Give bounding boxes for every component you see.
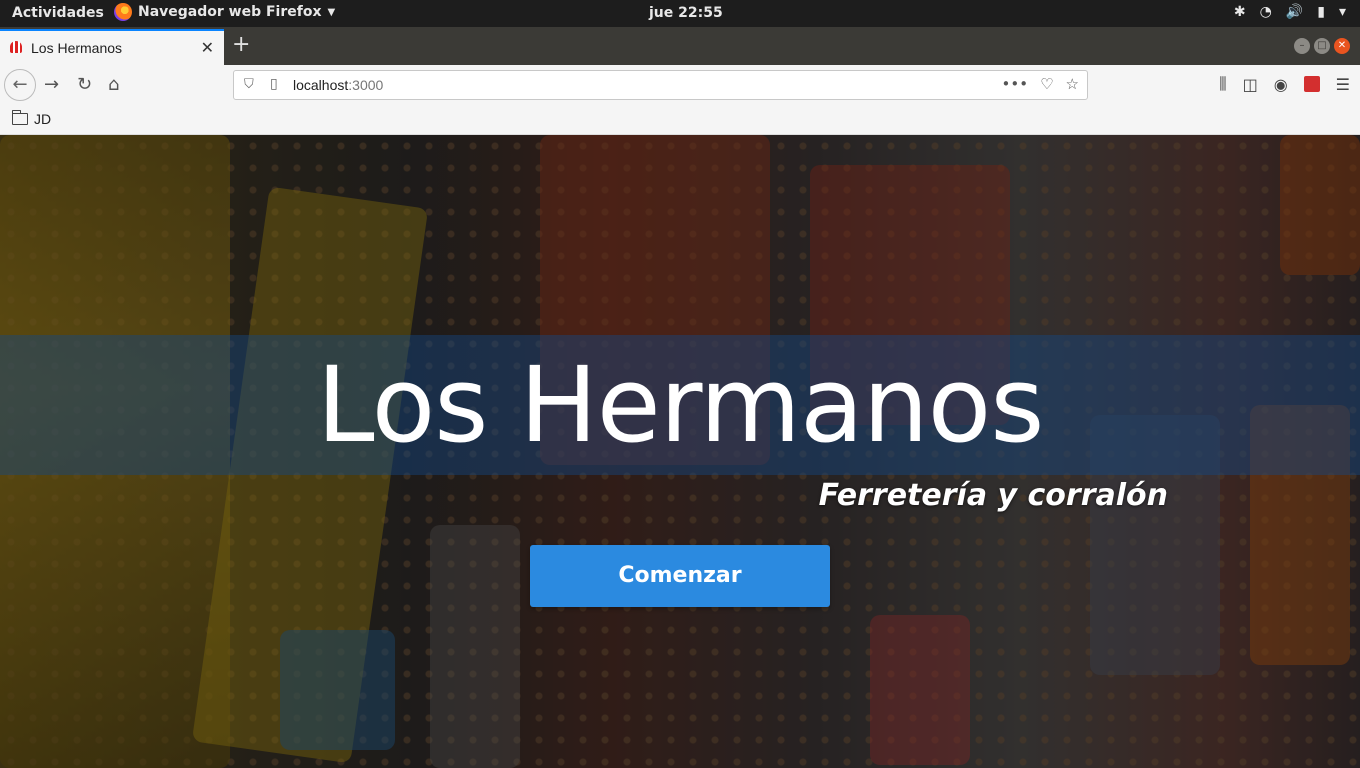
bookmark-folder-jd[interactable]: JD (11, 110, 52, 127)
extension-icon[interactable] (1303, 76, 1320, 92)
url-text[interactable]: localhost:3000 (293, 77, 383, 93)
page-title: Los Hermanos (316, 344, 1045, 466)
tab-title: Los Hermanos (31, 40, 123, 56)
gnome-top-bar: Actividades Navegador web Firefox ▼ jue … (0, 0, 1360, 27)
app-menu[interactable]: Navegador web Firefox ▼ (114, 3, 335, 21)
tab-strip: Los Hermanos ✕ + – □ ✕ (0, 27, 1360, 65)
url-port: :3000 (348, 77, 384, 93)
favicon-icon (9, 40, 23, 54)
activities-button[interactable]: Actividades (12, 5, 104, 21)
wifi-icon: ◔ (1259, 4, 1272, 20)
chevron-down-icon: ▼ (327, 6, 336, 18)
bookmark-folder-label: JD (34, 111, 52, 127)
sidebar-icon[interactable]: ◫ (1243, 75, 1258, 94)
window-controls: – □ ✕ (1294, 38, 1350, 54)
start-button[interactable]: Comenzar (530, 545, 830, 607)
minimize-button[interactable]: – (1294, 38, 1310, 54)
page-subtitle: Ferretería y corralón (818, 478, 1168, 513)
page-info-icon[interactable]: ▯ (270, 76, 278, 92)
firefox-icon (114, 3, 132, 21)
new-tab-button[interactable]: + (232, 32, 250, 57)
nav-bar: ← → ↻ ⌂ ⛉ ▯ localhost:3000 ••• ♡ ☆ ⫼ ◫ ◉… (0, 65, 1360, 105)
menu-icon[interactable]: ☰ (1336, 75, 1350, 94)
toolbar-icons: ⫼ ◫ ◉ ☰ (1219, 74, 1350, 94)
tab-los-hermanos[interactable]: Los Hermanos ✕ (0, 29, 224, 65)
folder-icon (11, 110, 28, 125)
home-button[interactable]: ⌂ (108, 74, 119, 95)
forward-button[interactable]: → (44, 74, 59, 95)
pocket-icon[interactable]: ♡ (1040, 75, 1053, 93)
account-icon[interactable]: ◉ (1274, 75, 1288, 94)
slack-icon[interactable]: ✱ (1234, 4, 1246, 20)
shield-icon[interactable]: ⛉ (244, 77, 254, 92)
url-actions: ••• ♡ ☆ (1002, 75, 1079, 93)
app-menu-label: Navegador web Firefox (138, 4, 322, 20)
hero-section: Los Hermanos Ferretería y corralón Comen… (0, 135, 1360, 768)
library-icon[interactable]: ⫼ (1219, 74, 1226, 94)
page-actions-icon[interactable]: ••• (1002, 75, 1029, 93)
back-button[interactable]: ← (4, 69, 36, 101)
url-host: localhost (293, 77, 349, 93)
url-bar[interactable]: ⛉ ▯ localhost:3000 ••• ♡ ☆ (233, 70, 1088, 100)
battery-icon: ▮ (1317, 4, 1325, 20)
clock[interactable]: jue 22:55 (649, 5, 723, 21)
close-tab-icon[interactable]: ✕ (201, 38, 214, 57)
reload-button[interactable]: ↻ (77, 74, 92, 95)
bookmarks-bar: JD (0, 105, 1360, 135)
chevron-down-icon[interactable]: ▾ (1339, 4, 1346, 20)
volume-icon: 🔊 (1285, 4, 1304, 20)
maximize-button[interactable]: □ (1314, 38, 1330, 54)
close-window-button[interactable]: ✕ (1334, 38, 1350, 54)
bookmark-star-icon[interactable]: ☆ (1066, 75, 1079, 93)
system-tray[interactable]: ✱ ◔ 🔊 ▮ ▾ (1234, 4, 1346, 20)
